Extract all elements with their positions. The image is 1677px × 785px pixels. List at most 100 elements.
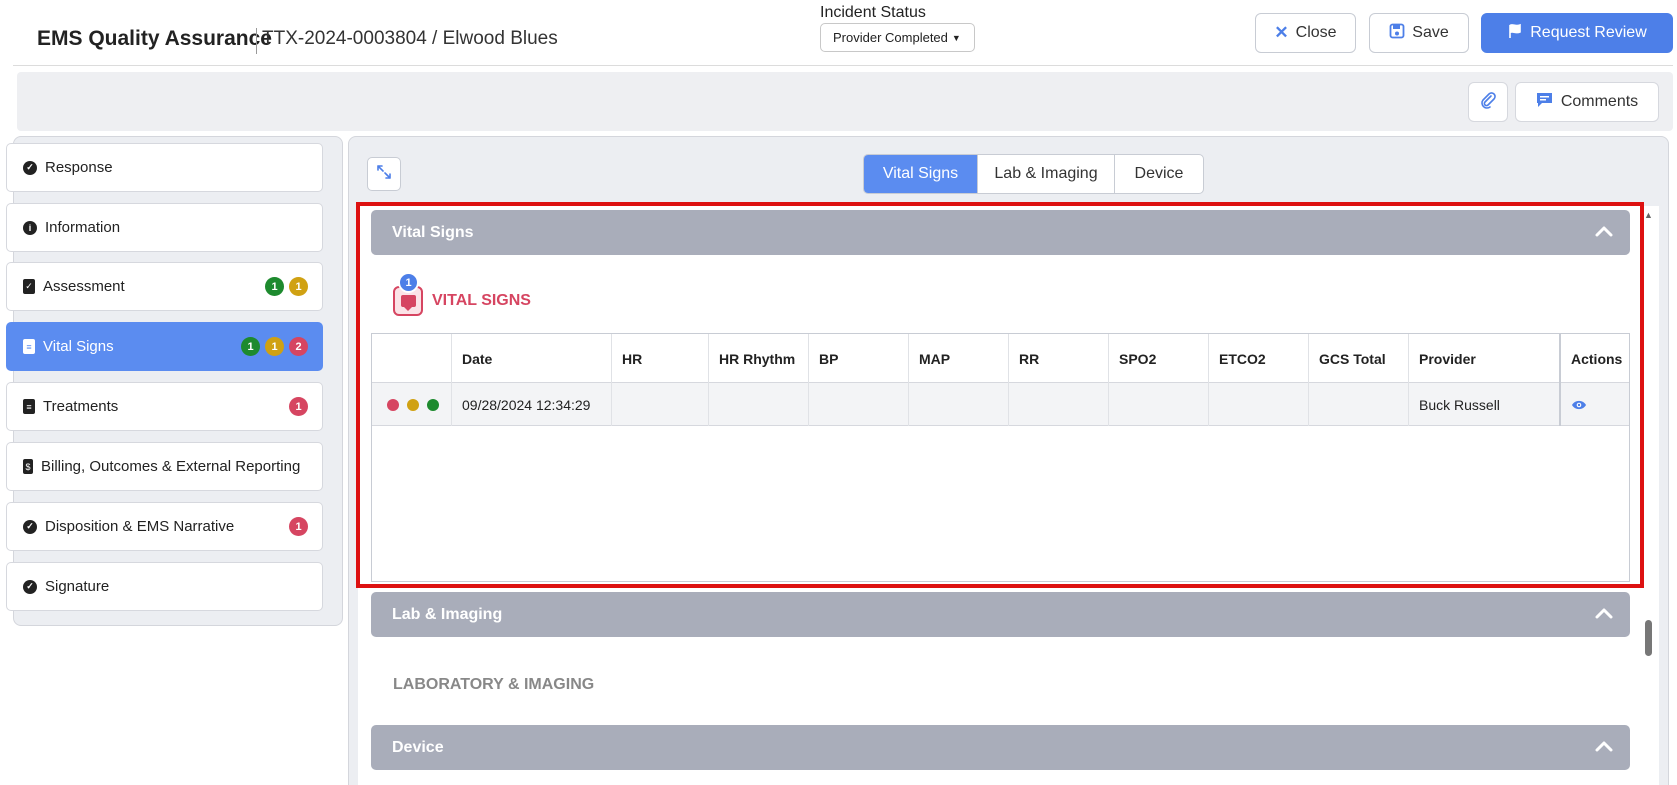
column-header-rr: RR	[1009, 334, 1109, 383]
check-circle-icon: ✓	[23, 160, 37, 175]
cell-bp	[809, 383, 909, 426]
save-button[interactable]: Save	[1369, 13, 1469, 53]
column-header-spo2: SPO2	[1109, 334, 1209, 383]
tab-lab-imaging[interactable]: Lab & Imaging	[978, 155, 1115, 193]
sidebar-item-billing[interactable]: $ Billing, Outcomes & External Reporting	[6, 442, 323, 491]
title-divider	[256, 28, 257, 54]
check-circle-icon: ✓	[23, 579, 37, 594]
sidebar-item-label: Signature	[45, 578, 110, 595]
request-review-label: Request Review	[1530, 24, 1647, 41]
request-review-button[interactable]: Request Review	[1481, 13, 1673, 53]
status-badge: 1	[241, 337, 260, 356]
scrollbar[interactable]	[1643, 206, 1659, 785]
record-title: TTX-2024-0003804 / Elwood Blues	[262, 28, 558, 49]
comments-button[interactable]: Comments	[1515, 82, 1659, 122]
sidebar-item-signature[interactable]: ✓ Signature	[6, 562, 323, 611]
document-icon: ≡	[23, 339, 35, 354]
cell-hr-rhythm	[709, 383, 809, 426]
status-badge: 1	[289, 277, 308, 296]
lab-imaging-section-header[interactable]: Lab & Imaging	[371, 592, 1630, 637]
comments-label: Comments	[1560, 93, 1639, 110]
sidebar-item-treatments[interactable]: ≡ Treatments 1	[6, 382, 323, 431]
sidebar-item-information[interactable]: i Information	[6, 203, 323, 252]
column-header-provider: Provider	[1419, 350, 1476, 367]
close-icon: ✕	[1274, 23, 1289, 42]
status-badge: 2	[289, 337, 308, 356]
cell-spo2	[1109, 383, 1209, 426]
vital-signs-section-header[interactable]: Vital Signs	[371, 210, 1630, 255]
cell-hr	[612, 383, 709, 426]
column-header-bp: BP	[809, 334, 909, 383]
chevron-up-icon	[1595, 226, 1613, 237]
save-icon	[1389, 23, 1405, 44]
table-row[interactable]: 09/28/2024 12:34:29 Buck Russell	[372, 383, 1629, 426]
status-badge: 1	[265, 337, 284, 356]
vital-signs-heading: VITAL SIGNS	[432, 292, 531, 309]
sidebar-item-label: Vital Signs	[43, 338, 114, 355]
status-dot-green	[427, 398, 439, 411]
paperclip-icon	[1479, 91, 1497, 114]
sidebar-item-assessment[interactable]: ✓ Assessment 1 1	[6, 262, 323, 311]
incident-status-select[interactable]: Provider Completed ▼	[820, 23, 975, 52]
status-dot-red	[387, 398, 399, 411]
tab-device[interactable]: Device	[1115, 155, 1203, 193]
cell-map	[909, 383, 1009, 426]
scrollbar-thumb[interactable]	[1645, 620, 1652, 656]
cell-rr	[1009, 383, 1109, 426]
status-dot-yellow	[407, 398, 419, 411]
comment-icon	[1536, 92, 1553, 113]
incident-status-label: Incident Status	[820, 4, 926, 21]
column-header-etco2: ETCO2	[1209, 334, 1309, 383]
sidebar-item-label: Treatments	[43, 398, 119, 415]
billing-document-icon: $	[23, 459, 33, 474]
info-circle-icon: i	[23, 220, 37, 235]
sidebar-item-label: Assessment	[43, 278, 125, 295]
chevron-up-icon	[1595, 608, 1613, 619]
attachments-button[interactable]	[1468, 82, 1508, 122]
expand-icon	[376, 164, 392, 185]
close-button[interactable]: ✕ Close	[1255, 13, 1356, 53]
sidebar-item-disposition[interactable]: ✓ Disposition & EMS Narrative 1	[6, 502, 323, 551]
badge-group: 1	[289, 517, 308, 536]
expand-button[interactable]	[367, 157, 401, 191]
eye-icon	[1572, 400, 1586, 409]
vital-signs-table: Date HR HR Rhythm BP MAP RR SPO2 ETCO2 G…	[371, 333, 1630, 582]
section-title: Device	[392, 738, 444, 756]
chevron-up-icon	[1595, 741, 1613, 752]
sidebar-item-label: Response	[45, 159, 113, 176]
comment-count-badge: 1	[398, 272, 419, 293]
actions-column-divider	[1559, 334, 1561, 426]
caret-down-icon: ▼	[951, 32, 961, 43]
sidebar-item-vital-signs[interactable]: ≡ Vital Signs 1 1 2	[6, 322, 323, 371]
sidebar-item-label: Billing, Outcomes & External Reporting	[41, 458, 301, 475]
badge-group: 1 1 2	[241, 337, 308, 356]
app-root: EMS Quality Assurance TTX-2024-0003804 /…	[0, 0, 1677, 785]
badge-group: 1	[289, 397, 308, 416]
tab-vital-signs[interactable]: Vital Signs	[864, 155, 978, 193]
column-header-date: Date	[452, 334, 612, 383]
table-header: Date HR HR Rhythm BP MAP RR SPO2 ETCO2 G…	[372, 334, 1629, 383]
header-divider	[13, 65, 1673, 66]
cell-date: 09/28/2024 12:34:29	[452, 383, 612, 426]
clipboard-check-icon: ✓	[23, 279, 35, 294]
document-icon: ≡	[23, 399, 35, 414]
app-title: EMS Quality Assurance	[37, 27, 272, 50]
column-header-hr: HR	[612, 334, 709, 383]
status-badge: 1	[265, 277, 284, 296]
cell-etco2	[1209, 383, 1309, 426]
sidebar-item-response[interactable]: ✓ Response	[6, 143, 323, 192]
column-header-hr-rhythm: HR Rhythm	[709, 334, 809, 383]
save-label: Save	[1412, 24, 1449, 41]
column-header-status	[372, 334, 452, 383]
column-header-gcs-total: GCS Total	[1309, 334, 1409, 383]
column-header-actions: Actions	[1571, 350, 1623, 367]
sidebar-item-label: Disposition & EMS Narrative	[45, 518, 235, 535]
lab-imaging-heading: LABORATORY & IMAGING	[393, 676, 595, 693]
close-label: Close	[1295, 24, 1337, 41]
column-header-map: MAP	[909, 334, 1009, 383]
status-badge: 1	[289, 517, 308, 536]
view-action[interactable]	[1561, 383, 1629, 426]
incident-status-value: Provider Completed	[833, 30, 948, 45]
scroll-up-arrow-icon[interactable]: ▲	[1644, 210, 1653, 220]
device-section-header[interactable]: Device	[371, 725, 1630, 770]
